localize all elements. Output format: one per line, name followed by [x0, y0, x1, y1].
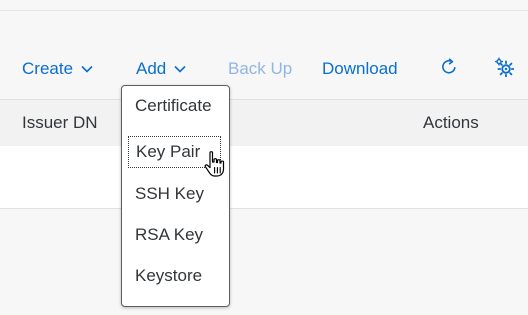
- refresh-button[interactable]: [440, 47, 458, 91]
- column-header-issuer-dn[interactable]: Issuer DN: [22, 113, 98, 133]
- page: Create Add Back Up Download Issuer DN Ac…: [0, 0, 528, 315]
- menu-item-keystore[interactable]: Keystore: [128, 260, 221, 292]
- settings-icon: [494, 57, 515, 82]
- refresh-icon: [440, 57, 458, 81]
- add-label: Add: [136, 59, 167, 78]
- top-divider: [0, 10, 528, 11]
- settings-button[interactable]: [494, 47, 515, 91]
- menu-item-certificate[interactable]: Certificate: [128, 90, 221, 122]
- create-menu-button[interactable]: Create: [22, 47, 93, 91]
- chevron-down-icon: [81, 65, 93, 73]
- download-button[interactable]: Download: [322, 47, 398, 91]
- hand-cursor-icon: [202, 150, 228, 183]
- back-up-label: Back Up: [228, 59, 293, 78]
- create-label: Create: [22, 59, 74, 78]
- menu-item-rsa-key[interactable]: RSA Key: [128, 219, 221, 251]
- back-up-button[interactable]: Back Up: [228, 47, 292, 91]
- download-label: Download: [322, 59, 398, 78]
- table-header-row: Issuer DN Actions: [0, 99, 528, 147]
- add-dropdown-menu: Certificate Key Pair SSH Key RSA Key Key…: [121, 85, 230, 307]
- toolbar: Create Add Back Up Download: [0, 47, 528, 91]
- column-header-actions[interactable]: Actions: [423, 113, 479, 133]
- table-row: [0, 146, 528, 209]
- chevron-down-icon: [174, 65, 186, 73]
